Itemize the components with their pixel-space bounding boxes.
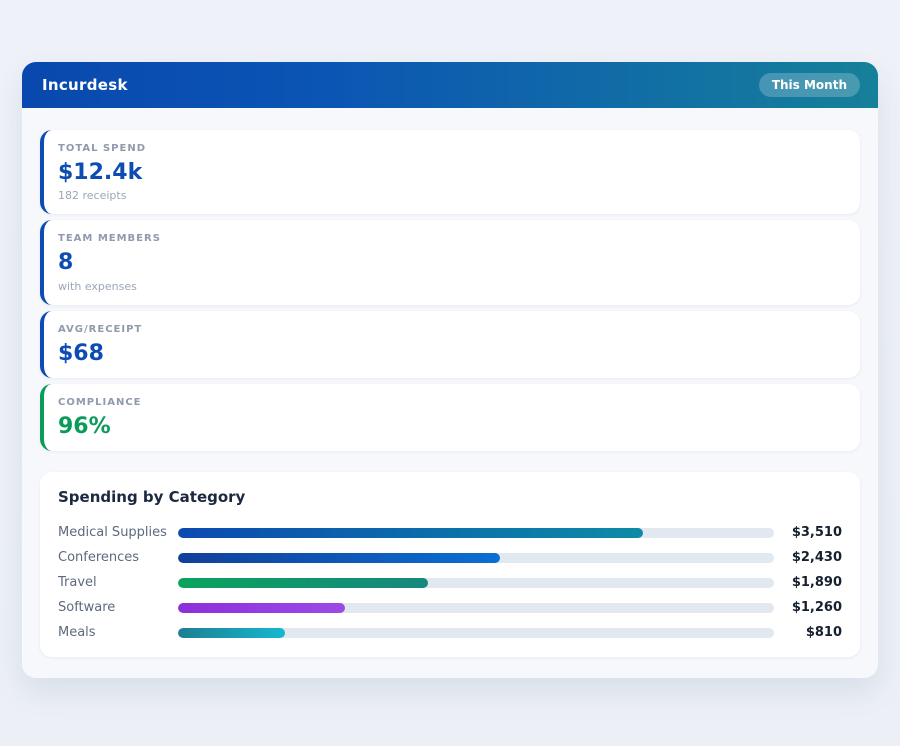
category-value: $3,510 <box>774 525 842 540</box>
stat-label: COMPLIANCE <box>58 397 842 408</box>
stat-value: 8 <box>58 250 842 275</box>
stat-label: TOTAL SPEND <box>58 143 842 154</box>
category-row-medical-supplies: Medical Supplies $3,510 <box>58 520 842 545</box>
category-label: Conferences <box>58 550 178 565</box>
app-header: Incurdesk This Month <box>22 62 878 108</box>
category-bar-fill <box>178 578 428 588</box>
category-label: Software <box>58 600 178 615</box>
stat-card-avg-receipt: AVG/RECEIPT $68 <box>40 311 860 378</box>
stat-value: $68 <box>58 341 842 366</box>
category-bar-fill <box>178 628 285 638</box>
stat-card-compliance: COMPLIANCE 96% <box>40 384 860 451</box>
category-bar-track <box>178 528 774 538</box>
category-row-travel: Travel $1,890 <box>58 570 842 595</box>
category-value: $1,890 <box>774 575 842 590</box>
app-title: Incurdesk <box>42 76 128 94</box>
page: Incurdesk This Month TOTAL SPEND $12.4k 18… <box>0 0 900 746</box>
category-value: $2,430 <box>774 550 842 565</box>
category-bar-fill <box>178 528 643 538</box>
stat-subtext: with expenses <box>58 280 842 293</box>
stat-label: TEAM MEMBERS <box>58 233 842 244</box>
category-bar-fill <box>178 603 345 613</box>
category-value: $810 <box>774 625 842 640</box>
category-bar-track <box>178 603 774 613</box>
stat-subtext: 182 receipts <box>58 189 842 202</box>
category-label: Travel <box>58 575 178 590</box>
category-value: $1,260 <box>774 600 842 615</box>
stat-label: AVG/RECEIPT <box>58 324 842 335</box>
category-row-conferences: Conferences $2,430 <box>58 545 842 570</box>
stat-card-team-members: TEAM MEMBERS 8 with expenses <box>40 220 860 304</box>
stats-list: TOTAL SPEND $12.4k 182 receipts TEAM MEMBER… <box>40 130 860 451</box>
category-bar-track <box>178 578 774 588</box>
stat-value: $12.4k <box>58 160 842 185</box>
stat-value: 96% <box>58 414 842 439</box>
period-badge[interactable]: This Month <box>759 73 860 97</box>
category-row-software: Software $1,260 <box>58 595 842 620</box>
category-rows: Medical Supplies $3,510 Conferences $2,430 T… <box>58 520 842 645</box>
category-bar-fill <box>178 553 500 563</box>
stat-card-total-spend: TOTAL SPEND $12.4k 182 receipts <box>40 130 860 214</box>
category-label: Meals <box>58 625 178 640</box>
section-title: Spending by Category <box>58 488 842 506</box>
category-bar-track <box>178 628 774 638</box>
spending-by-category-card: Spending by Category Medical Supplies $3,… <box>40 472 860 657</box>
incurdesk-app-card: Incurdesk This Month TOTAL SPEND $12.4k 18… <box>22 62 878 678</box>
category-label: Medical Supplies <box>58 525 178 540</box>
category-row-meals: Meals $810 <box>58 620 842 645</box>
category-bar-track <box>178 553 774 563</box>
content-panel: TOTAL SPEND $12.4k 182 receipts TEAM MEMBER… <box>22 108 878 678</box>
